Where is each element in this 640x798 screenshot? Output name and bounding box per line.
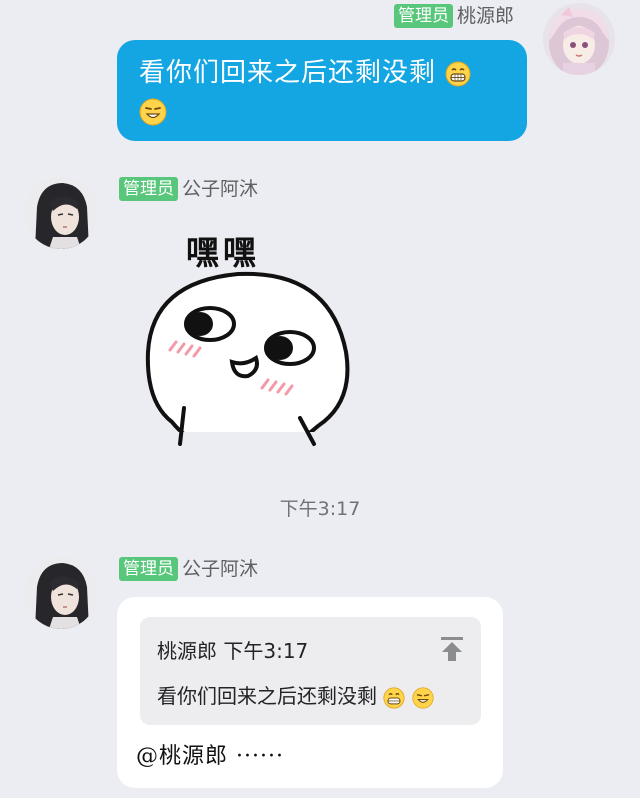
blob-face-sticker-icon (145, 271, 350, 462)
message-1-header: 管理员 桃源郎 (393, 4, 514, 28)
quote-text-row: 看你们回来之后还剩没剩 (157, 680, 434, 709)
timestamp-divider: 下午3:17 (279, 498, 361, 520)
long-hair-man-avatar-icon (25, 557, 97, 629)
reply-text: @桃源郎 ······ (136, 744, 284, 769)
sender-name[interactable]: 公子阿沐 (182, 557, 258, 581)
smiling-emoji-icon (139, 98, 167, 126)
message-2-header: 管理员 公子阿沐 (119, 177, 258, 201)
admin-badge: 管理员 (119, 557, 178, 581)
quote-author: 桃源郎 (157, 639, 217, 663)
avatar-other[interactable] (25, 177, 97, 249)
message-1-bubble[interactable]: 看你们回来之后还剩没剩 (117, 40, 527, 141)
avatar-other[interactable] (25, 557, 97, 629)
long-hair-man-avatar-icon (25, 177, 97, 249)
admin-badge: 管理员 (393, 4, 453, 28)
grinning-emoji-icon (445, 61, 471, 87)
quote-time: 下午3:17 (223, 639, 309, 663)
message-3-header: 管理员 公子阿沐 (119, 557, 258, 581)
jump-to-original-button[interactable] (440, 635, 464, 663)
grinning-emoji-icon (383, 686, 405, 709)
quote-header: 桃源郎 下午3:17 (157, 635, 308, 664)
avatar-self[interactable] (543, 3, 615, 75)
admin-badge: 管理员 (119, 177, 178, 201)
sender-name[interactable]: 公子阿沐 (182, 177, 258, 201)
smiling-emoji-icon (412, 686, 434, 709)
anime-girl-avatar-icon (543, 3, 615, 75)
quote-text: 看你们回来之后还剩没剩 (157, 684, 377, 708)
message-1-text: 看你们回来之后还剩没剩 (139, 58, 437, 88)
sender-name[interactable]: 桃源郎 (457, 4, 514, 28)
sticker-image[interactable] (140, 262, 360, 462)
jump-to-top-arrow-icon (441, 637, 463, 661)
